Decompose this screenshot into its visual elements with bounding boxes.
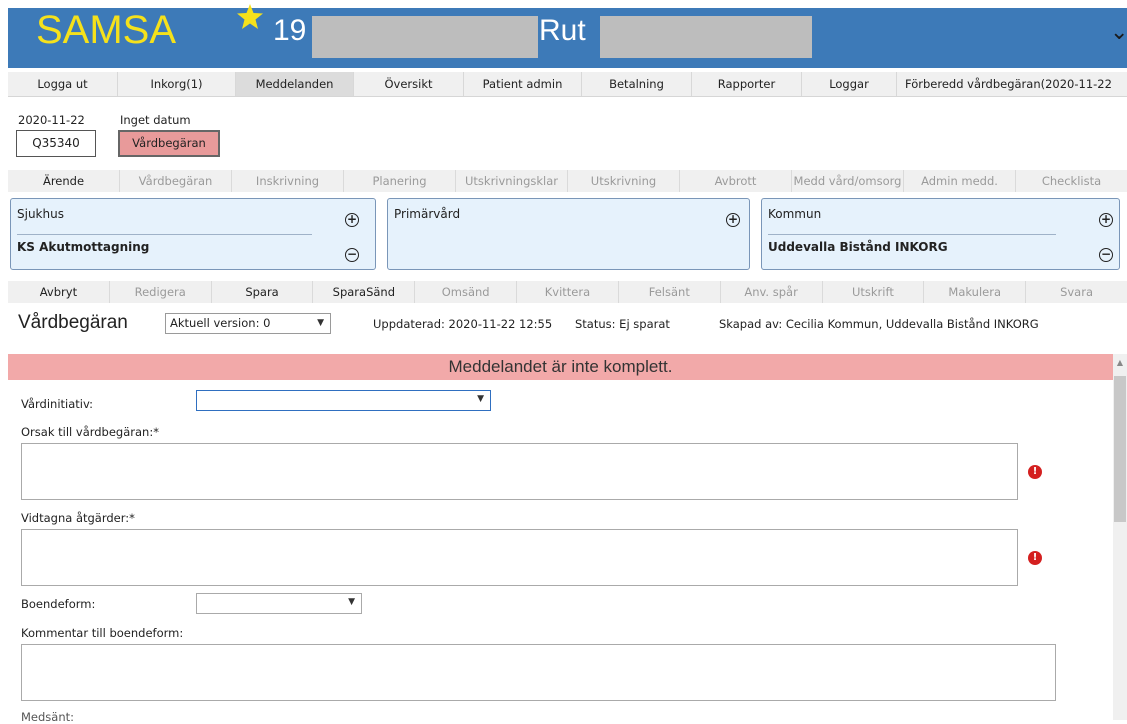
tab-utskrivningsklar[interactable]: Utskrivningsklar (456, 170, 568, 192)
orsak-textarea[interactable] (21, 443, 1018, 500)
version-select-value: Aktuell version: 0 (170, 316, 271, 330)
panel-sjukhus: Sjukhus KS Akutmottagning + − (10, 198, 376, 270)
case-date: 2020-11-22 (18, 113, 85, 127)
missent-button[interactable]: Felsänt (619, 281, 721, 303)
void-button[interactable]: Makulera (924, 281, 1027, 303)
divider (768, 234, 1056, 235)
version-select[interactable]: Aktuell version: 0 ▼ (165, 313, 331, 334)
scrollbar-thumb[interactable] (1114, 376, 1126, 522)
panel-sjukhus-title: Sjukhus (17, 207, 64, 221)
chevron-down-icon: ▼ (348, 597, 355, 607)
case-no-date: Inget datum (120, 113, 191, 127)
updated-text: Uppdaterad: 2020-11-22 12:55 (373, 317, 553, 331)
save-send-button[interactable]: SparaSänd (313, 281, 416, 303)
panel-kommun: Kommun Uddevalla Bistånd INKORG + − (761, 198, 1120, 270)
panel-kommun-title: Kommun (768, 207, 822, 221)
panel-sjukhus-unit: KS Akutmottagning (17, 240, 150, 254)
incomplete-banner: Meddelandet är inte komplett. (8, 354, 1113, 380)
patient-name: Rut (539, 14, 586, 47)
acknowledge-button[interactable]: Kvittera (517, 281, 619, 303)
tab-medd-vard-omsorg[interactable]: Medd vård/omsorg (792, 170, 904, 192)
tab-admin-medd[interactable]: Admin medd. (904, 170, 1016, 192)
kommentar-label: Kommentar till boendeform: (21, 626, 184, 640)
save-button[interactable]: Spara (212, 281, 314, 303)
redacted-patient-id (312, 16, 538, 58)
boendeform-label: Boendeform: (21, 597, 96, 611)
vardinitiativ-label: Vårdinitiativ: (21, 397, 94, 411)
user-trace-button[interactable]: Anv. spår (721, 281, 823, 303)
app-logo: SAMSA (36, 8, 177, 52)
atgarder-label: Vidtagna åtgärder:* (21, 511, 135, 525)
case-id-button[interactable]: Q35340 (16, 130, 96, 157)
kommentar-textarea[interactable] (21, 644, 1056, 701)
nav-logout[interactable]: Logga ut (8, 72, 118, 96)
nav-reports[interactable]: Rapporter (692, 72, 802, 96)
favorite-star-icon[interactable] (235, 2, 265, 32)
remove-circle-icon[interactable]: − (1099, 248, 1113, 262)
tab-planering[interactable]: Planering (344, 170, 456, 192)
print-button[interactable]: Utskrift (823, 281, 925, 303)
tab-vardbegaran[interactable]: Vårdbegäran (120, 170, 232, 192)
add-circle-icon[interactable]: + (1099, 213, 1113, 227)
patient-number: 19 (273, 14, 307, 47)
nav-prepared-request[interactable]: Förberedd vårdbegäran(2020-11-22 (897, 72, 1127, 96)
resend-button[interactable]: Omsänd (415, 281, 518, 303)
status-text: Status: Ej sparat (575, 317, 670, 331)
nav-messages[interactable]: Meddelanden (236, 72, 354, 96)
panel-kommun-unit: Uddevalla Bistånd INKORG (768, 240, 948, 254)
medsant-label: Medsänt: (21, 710, 75, 724)
tab-checklista[interactable]: Checklista (1016, 170, 1127, 192)
tab-utskrivning[interactable]: Utskrivning (568, 170, 680, 192)
scroll-up-icon[interactable]: ▲ (1114, 358, 1126, 368)
reply-button[interactable]: Svara (1026, 281, 1127, 303)
boendeform-select[interactable]: ▼ (196, 593, 362, 614)
tab-arende[interactable]: Ärende (8, 170, 120, 192)
vardbegaran-case-button[interactable]: Vårdbegäran (118, 130, 220, 157)
edit-button[interactable]: Redigera (110, 281, 212, 303)
add-circle-icon[interactable]: + (726, 213, 740, 227)
chevron-down-icon: ▼ (477, 394, 484, 404)
divider (17, 234, 312, 235)
created-by-text: Skapad av: Cecilia Kommun, Uddevalla Bis… (719, 317, 1039, 331)
chevron-down-icon: ▼ (317, 318, 324, 328)
atgarder-textarea[interactable] (21, 529, 1018, 586)
nav-logs[interactable]: Loggar (802, 72, 897, 96)
cancel-button[interactable]: Avbryt (8, 281, 110, 303)
page-title: Vårdbegäran (18, 312, 128, 333)
error-icon: ! (1028, 551, 1042, 565)
nav-overview[interactable]: Översikt (354, 72, 464, 96)
panel-primarvard-title: Primärvård (394, 207, 461, 221)
action-bar: Avbryt Redigera Spara SparaSänd Omsänd K… (8, 281, 1127, 303)
error-icon: ! (1028, 465, 1042, 479)
vardinitiativ-select[interactable]: ▼ (196, 390, 491, 411)
main-nav: Logga ut Inkorg(1) Meddelanden Översikt … (8, 72, 1127, 97)
panel-primarvard: Primärvård + (387, 198, 750, 270)
nav-patient-admin[interactable]: Patient admin (464, 72, 582, 96)
add-circle-icon[interactable]: + (345, 213, 359, 227)
nav-inbox[interactable]: Inkorg(1) (118, 72, 236, 96)
remove-circle-icon[interactable]: − (345, 248, 359, 262)
nav-payment[interactable]: Betalning (582, 72, 692, 96)
stage-tabs: Ärende Vårdbegäran Inskrivning Planering… (8, 170, 1127, 192)
redacted-patient-surname (600, 16, 812, 58)
chevron-down-icon[interactable]: ⌄ (1110, 20, 1127, 45)
tab-inskrivning[interactable]: Inskrivning (232, 170, 344, 192)
tab-avbrott[interactable]: Avbrott (680, 170, 792, 192)
orsak-label: Orsak till vårdbegäran:* (21, 425, 159, 439)
